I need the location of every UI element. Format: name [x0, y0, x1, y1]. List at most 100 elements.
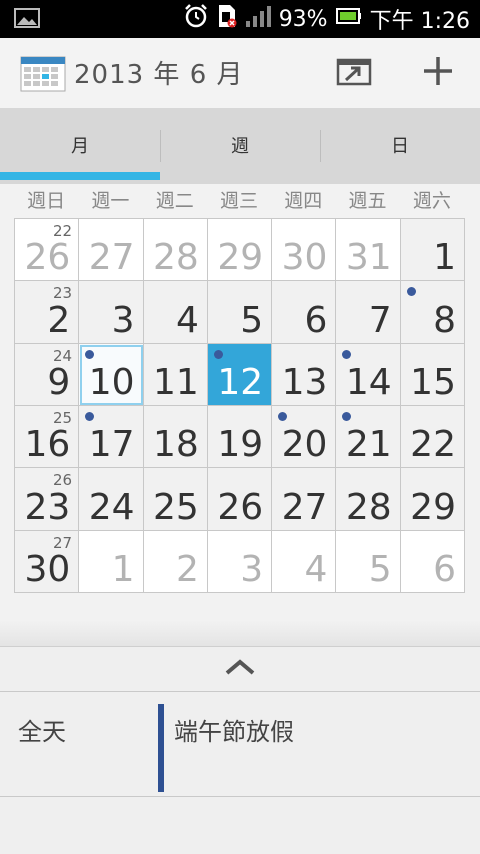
event-color-bar	[158, 704, 164, 792]
day-cell[interactable]: 3	[79, 281, 144, 344]
action-bar: 2013 年 6 月	[0, 38, 480, 109]
day-number: 3	[240, 548, 264, 590]
calendar-app-icon[interactable]	[20, 56, 66, 92]
day-cell[interactable]: 21	[336, 405, 401, 469]
day-number: 30	[24, 548, 71, 590]
event-dot-icon	[406, 287, 416, 297]
signal-icon	[245, 4, 271, 34]
day-cell[interactable]: 8	[400, 281, 465, 344]
day-cell[interactable]: 19	[207, 405, 273, 469]
day-cell[interactable]: 24	[79, 468, 144, 531]
day-number: 29	[410, 486, 456, 528]
day-cell[interactable]: 5	[207, 281, 273, 344]
weekday-label: 週五	[348, 190, 387, 212]
day-cell[interactable]: 27	[272, 468, 337, 531]
day-number: 31	[345, 237, 392, 279]
day-number: 16	[24, 424, 71, 466]
weekday-label: 週三	[219, 190, 258, 212]
day-number: 27	[88, 237, 135, 279]
day-number: 20	[281, 424, 328, 466]
day-number: 4	[175, 299, 199, 341]
weekday-label: 週四	[284, 190, 323, 212]
day-cell[interactable]: 2	[143, 530, 208, 593]
day-cell[interactable]: 13	[272, 343, 337, 406]
day-cell[interactable]: 1	[400, 219, 465, 282]
day-cell[interactable]: 5	[336, 530, 401, 593]
battery-icon	[335, 6, 362, 32]
day-cell[interactable]: 31	[336, 219, 401, 282]
day-cell[interactable]: 20	[272, 405, 337, 469]
day-cell[interactable]: 4	[272, 530, 337, 593]
day-cell[interactable]: 12	[207, 343, 273, 406]
day-number: 15	[410, 361, 456, 403]
day-number: 6	[433, 548, 456, 590]
day-number: 13	[281, 361, 328, 403]
day-number: 7	[368, 299, 392, 341]
day-number: 28	[345, 486, 392, 528]
day-cell[interactable]: 15	[400, 343, 465, 406]
event-dot-icon	[342, 411, 352, 421]
day-cell[interactable]: 23 2	[15, 281, 80, 344]
day-cell[interactable]: 27	[79, 219, 144, 282]
day-cell[interactable]: 17	[79, 405, 144, 469]
event-dot-icon	[85, 411, 95, 421]
day-cell[interactable]: 3	[207, 530, 273, 593]
weekday-label: 週日	[27, 190, 66, 212]
go-to-today-icon	[336, 56, 372, 90]
day-number: 3	[111, 299, 135, 341]
image-icon	[14, 8, 40, 28]
weekday-label: 週二	[155, 190, 194, 212]
day-cell[interactable]: 25 16	[15, 405, 80, 469]
tab-week[interactable]: 週	[160, 108, 320, 182]
day-cell[interactable]: 27 30	[15, 530, 80, 593]
page-title: 2013 年 6 月	[74, 60, 244, 90]
day-number: 27	[281, 486, 328, 528]
event-dot-icon	[342, 349, 352, 359]
day-number: 19	[217, 424, 264, 466]
day-cell[interactable]: 22	[400, 405, 465, 469]
day-cell[interactable]: 26 23	[15, 468, 80, 531]
day-number: 25	[153, 486, 199, 528]
event-title: 端午節放假	[174, 718, 294, 746]
day-number: 4	[304, 548, 328, 590]
collapse-panel-button[interactable]	[0, 647, 480, 692]
day-number: 14	[345, 361, 392, 403]
day-cell[interactable]: 25	[143, 468, 208, 531]
day-cell[interactable]: 26	[207, 468, 273, 531]
event-dot-icon	[278, 411, 288, 421]
day-cell[interactable]: 1	[79, 530, 144, 593]
battery-percent: 93%	[278, 6, 328, 32]
day-cell[interactable]: 11	[143, 343, 208, 406]
day-cell[interactable]: 18	[143, 405, 208, 469]
day-number: 10	[88, 361, 135, 403]
day-cell[interactable]: 30	[272, 219, 337, 282]
status-bar: 93% 下午 1:26	[0, 0, 480, 38]
day-number: 29	[217, 237, 264, 279]
day-cell[interactable]: 28	[143, 219, 208, 282]
add-event-button[interactable]	[412, 48, 464, 98]
day-cell[interactable]: 4	[143, 281, 208, 344]
day-number: 9	[47, 361, 71, 403]
panel-divider	[0, 620, 480, 647]
day-cell[interactable]: 7	[336, 281, 401, 344]
day-cell[interactable]: 6	[400, 530, 465, 593]
tab-selected-indicator	[0, 172, 160, 180]
tab-day[interactable]: 日	[320, 108, 480, 182]
day-number: 28	[153, 237, 199, 279]
day-cell[interactable]: 14	[336, 343, 401, 406]
chevron-up-icon	[224, 658, 256, 680]
day-cell[interactable]: 10	[79, 343, 144, 406]
alarm-icon	[183, 3, 209, 35]
day-cell[interactable]: 6	[272, 281, 337, 344]
month-grid: 22 26 27 28 29 30 31 1 23 2 3 4 5 6 7 8 24 9 10 11 12 13 14 15 2…	[14, 218, 465, 593]
day-cell[interactable]: 29	[400, 468, 465, 531]
day-number: 23	[24, 486, 71, 528]
day-cell[interactable]: 29	[207, 219, 273, 282]
go-to-today-button[interactable]	[328, 48, 380, 98]
day-cell[interactable]: 24 9	[15, 343, 80, 406]
event-row[interactable]: 全天 端午節放假	[0, 692, 480, 797]
weekday-label: 週一	[91, 190, 130, 212]
tab-month[interactable]: 月	[0, 108, 160, 182]
day-cell[interactable]: 28	[336, 468, 401, 531]
day-cell[interactable]: 22 26	[15, 219, 80, 282]
